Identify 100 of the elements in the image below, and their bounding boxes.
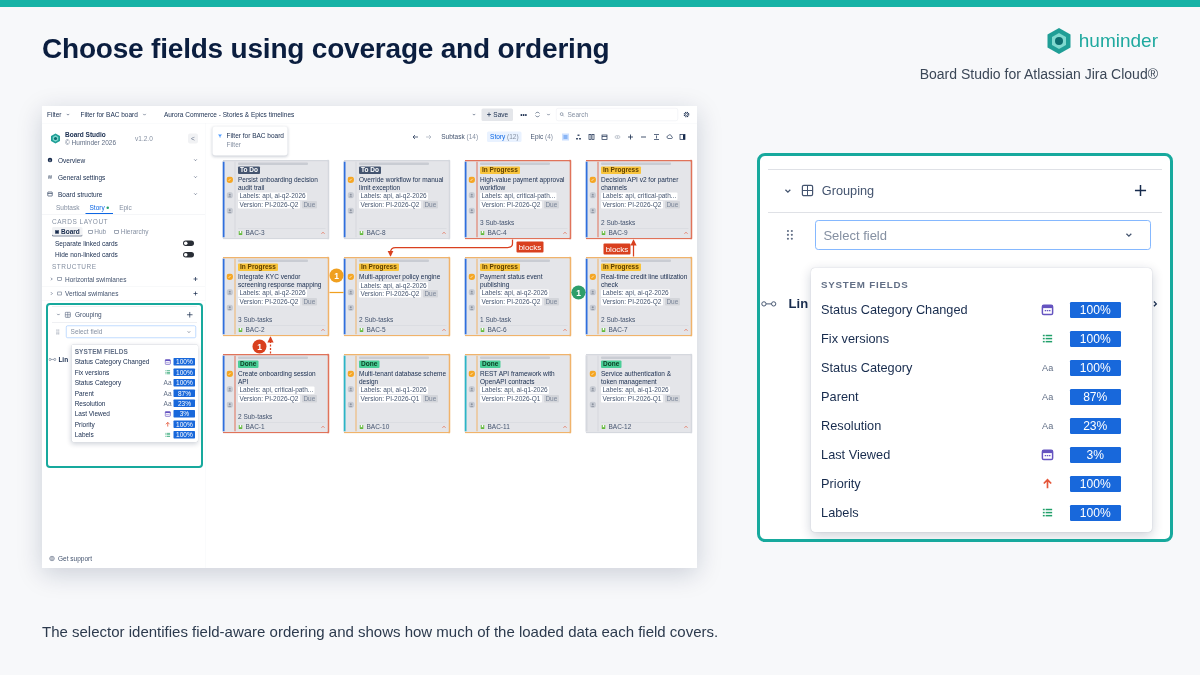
parent-link-bar — [601, 356, 671, 359]
parent-link-bar — [601, 259, 671, 262]
grid-icon — [800, 184, 814, 198]
coverage-badge: 100% — [1069, 475, 1121, 492]
avatar-icon — [589, 289, 596, 296]
caption: The selector identifies field-aware ordering and shows how much of the loaded data each field covers. — [42, 623, 720, 640]
avatar-icon — [226, 207, 233, 214]
blocks-tag: blocks — [603, 243, 631, 255]
avatar-icon — [468, 304, 475, 311]
field-option[interactable]: Priority 100% — [810, 469, 1152, 499]
story-icon — [601, 424, 606, 430]
drag-handle-icon[interactable] — [786, 229, 794, 241]
text-type-icon: Aa — [1042, 362, 1054, 373]
field-option[interactable]: Labels 100% — [810, 498, 1152, 528]
toggle-switch[interactable] — [183, 240, 194, 246]
story-icon — [238, 327, 243, 333]
calendar-icon — [1041, 303, 1055, 317]
calendar-icon — [164, 358, 171, 366]
section-title: Lin — [788, 296, 809, 312]
story-icon — [480, 424, 485, 430]
story-icon — [601, 327, 606, 333]
parent-link-bar — [480, 259, 550, 262]
avatar-icon — [347, 386, 354, 393]
avatar-icon — [347, 192, 354, 199]
relation-line — [267, 336, 274, 355]
avatar-icon — [347, 289, 354, 296]
avatar-icon — [347, 207, 354, 214]
edit-avatar-icon — [226, 370, 233, 377]
toggle-switch[interactable] — [183, 252, 194, 258]
tree-icon[interactable] — [575, 133, 582, 141]
link-icon — [761, 300, 777, 308]
avatar-icon — [468, 401, 475, 408]
story-icon — [480, 327, 485, 333]
parent-link-bar — [601, 162, 671, 165]
story-icon — [601, 230, 606, 236]
field-option[interactable]: Last Viewed 3% — [810, 440, 1152, 470]
story-icon — [359, 230, 364, 236]
edit-avatar-icon — [468, 370, 475, 377]
edit-avatar-icon — [226, 176, 233, 183]
hexagon-logo-icon — [50, 133, 61, 144]
avatar-icon — [468, 289, 475, 296]
edit-avatar-icon — [468, 176, 475, 183]
blocks-tag: blocks — [516, 241, 544, 253]
avatar-icon — [468, 386, 475, 393]
field-option[interactable]: Fix versions 100% — [810, 324, 1152, 354]
list-icon — [164, 431, 171, 438]
story-icon — [480, 230, 485, 236]
avatar-icon — [347, 304, 354, 311]
group-heading: SYSTEM FIELDS — [819, 279, 910, 293]
coverage-badge: 3% — [1069, 446, 1121, 463]
avatar-icon — [226, 401, 233, 408]
avatar-icon — [226, 289, 233, 296]
coverage-badge: 100% — [1069, 330, 1121, 348]
edit-avatar-icon — [226, 273, 233, 280]
story-icon — [238, 424, 243, 430]
edit-avatar-icon — [347, 176, 354, 183]
avatar-icon — [468, 207, 475, 214]
text-type-icon: Aa — [1042, 420, 1054, 431]
edit-avatar-icon — [347, 370, 354, 377]
field-option[interactable]: Status Category Aa 100% — [810, 353, 1152, 383]
edit-avatar-icon — [589, 273, 596, 280]
calendar-icon — [1041, 448, 1055, 462]
link-count-badge: 1 — [252, 339, 267, 354]
filter-icon — [217, 133, 223, 139]
parent-link-bar — [359, 162, 429, 165]
coverage-badge: 100% — [1069, 504, 1121, 521]
info-icon — [47, 157, 53, 163]
link-count-badge: 1 — [329, 268, 344, 283]
hexagon-logo-icon — [1044, 27, 1073, 55]
slide-title: Choose fields using coverage and ordering — [42, 33, 610, 66]
avatar-icon — [468, 192, 475, 199]
coverage-badge: 100% — [1069, 359, 1121, 376]
avatar-icon — [226, 192, 233, 199]
field-option[interactable]: Resolution Aa 23% — [810, 411, 1152, 441]
field-option[interactable]: Parent Aa 87% — [810, 382, 1152, 412]
parent-link-bar — [359, 356, 429, 359]
brand-name: huminder — [1078, 30, 1158, 52]
parent-link-bar — [359, 259, 429, 262]
parent-link-bar — [480, 162, 550, 165]
avatar-icon — [589, 401, 596, 408]
parent-link-bar — [238, 259, 308, 262]
blocks-arrow — [630, 239, 637, 258]
parent-link-bar — [238, 162, 308, 165]
avatar-icon — [589, 192, 596, 199]
coverage-badge: 23% — [1069, 417, 1121, 434]
edit-avatar-icon — [468, 273, 475, 280]
story-icon — [359, 424, 364, 430]
coverage-badge: 87% — [1069, 388, 1121, 405]
plus-icon[interactable] — [1133, 184, 1147, 198]
text-type-icon: Aa — [1042, 391, 1054, 402]
section-title: Grouping — [821, 183, 876, 199]
story-icon — [359, 327, 364, 333]
board-icon — [54, 229, 60, 235]
field-option[interactable]: Status Category Changed 100% — [810, 295, 1152, 325]
avatar-icon — [589, 207, 596, 214]
edit-avatar-icon — [589, 176, 596, 183]
link-count-badge: 1 — [571, 285, 586, 300]
avatar-icon — [347, 401, 354, 408]
parent-link-bar — [480, 356, 550, 359]
avatar-icon — [589, 304, 596, 311]
